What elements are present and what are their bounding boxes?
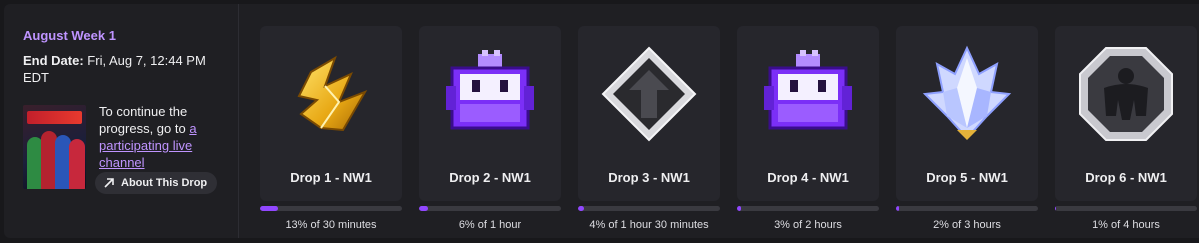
drop-name: Drop 2 - NW1 [449, 170, 531, 185]
progress-bar-fill [260, 206, 279, 211]
progress-text: 1% of 4 hours [1092, 219, 1160, 231]
drop-card[interactable]: Drop 1 - NW1 13% of 30 minutes [260, 26, 402, 231]
campaign-title: August Week 1 [23, 28, 116, 43]
drop-name: Drop 1 - NW1 [290, 170, 372, 185]
drop-name: Drop 6 - NW1 [1085, 170, 1167, 185]
campaign-info: August Week 1 End Date: Fri, Aug 7, 12:4… [4, 4, 239, 238]
drop-name: Drop 4 - NW1 [767, 170, 849, 185]
drop-campaign-panel: August Week 1 End Date: Fri, Aug 7, 12:4… [4, 4, 1199, 238]
drop-card[interactable]: Drop 6 - NW1 1% of 4 hours [1055, 26, 1197, 231]
progress-bar-fill [1055, 206, 1057, 211]
drop-reward-card: Drop 6 - NW1 [1055, 26, 1197, 201]
drop-name: Drop 5 - NW1 [926, 170, 1008, 185]
progress-bar [578, 206, 720, 211]
progress-text: 6% of 1 hour [458, 219, 522, 231]
drop-reward-card: Drop 4 - NW1 [737, 26, 879, 201]
drop-card[interactable]: Drop 4 - NW1 3% of 2 hours [737, 26, 879, 231]
drop-reward-card: Drop 3 - NW1 [578, 26, 720, 201]
game-box-art[interactable] [23, 105, 86, 189]
progress-text: 4% of 1 hour 30 minutes [589, 219, 709, 231]
progress-bar-fill [419, 206, 428, 211]
crystal-icon [917, 44, 1017, 144]
end-date: End Date: Fri, Aug 7, 12:44 PM EDT [23, 52, 223, 86]
progress-bar [1055, 206, 1197, 211]
progress-bar [896, 206, 1038, 211]
about-this-drop-button[interactable]: About This Drop [95, 172, 218, 194]
progress-message-text: To continue the progress, go to [99, 104, 190, 136]
drop-name: Drop 3 - NW1 [608, 170, 690, 185]
drop-reward-card: Drop 5 - NW1 [896, 26, 1038, 201]
progress-text: 3% of 2 hours [774, 219, 842, 231]
drop-reward-card: Drop 2 - NW1 [419, 26, 561, 201]
external-link-arrow-icon [103, 177, 115, 189]
progress-bar [260, 206, 402, 211]
progress-bar-fill [578, 206, 584, 211]
drop-reward-card: Drop 1 - NW1 [260, 26, 402, 201]
progress-message: To continue the progress, go to a partic… [99, 103, 229, 171]
drop-card[interactable]: Drop 5 - NW1 2% of 3 hours [896, 26, 1038, 231]
progress-bar [737, 206, 879, 211]
gold-shards-icon [281, 44, 381, 144]
purple-robot-icon [440, 44, 540, 144]
about-this-drop-label: About This Drop [121, 177, 208, 189]
progress-bar [419, 206, 561, 211]
hulk-silhouette-icon [1076, 44, 1176, 144]
progress-text: 2% of 3 hours [933, 219, 1001, 231]
end-date-label: End Date: [23, 53, 84, 68]
progress-text: 13% of 30 minutes [285, 219, 377, 231]
progress-bar-fill [737, 206, 742, 211]
drop-card[interactable]: Drop 3 - NW1 4% of 1 hour 30 minutes [578, 26, 720, 231]
progress-bar-fill [896, 206, 899, 211]
purple-robot-icon [758, 44, 858, 144]
silver-arrow-diamond-icon [599, 44, 699, 144]
drop-card[interactable]: Drop 2 - NW1 6% of 1 hour [419, 26, 561, 231]
